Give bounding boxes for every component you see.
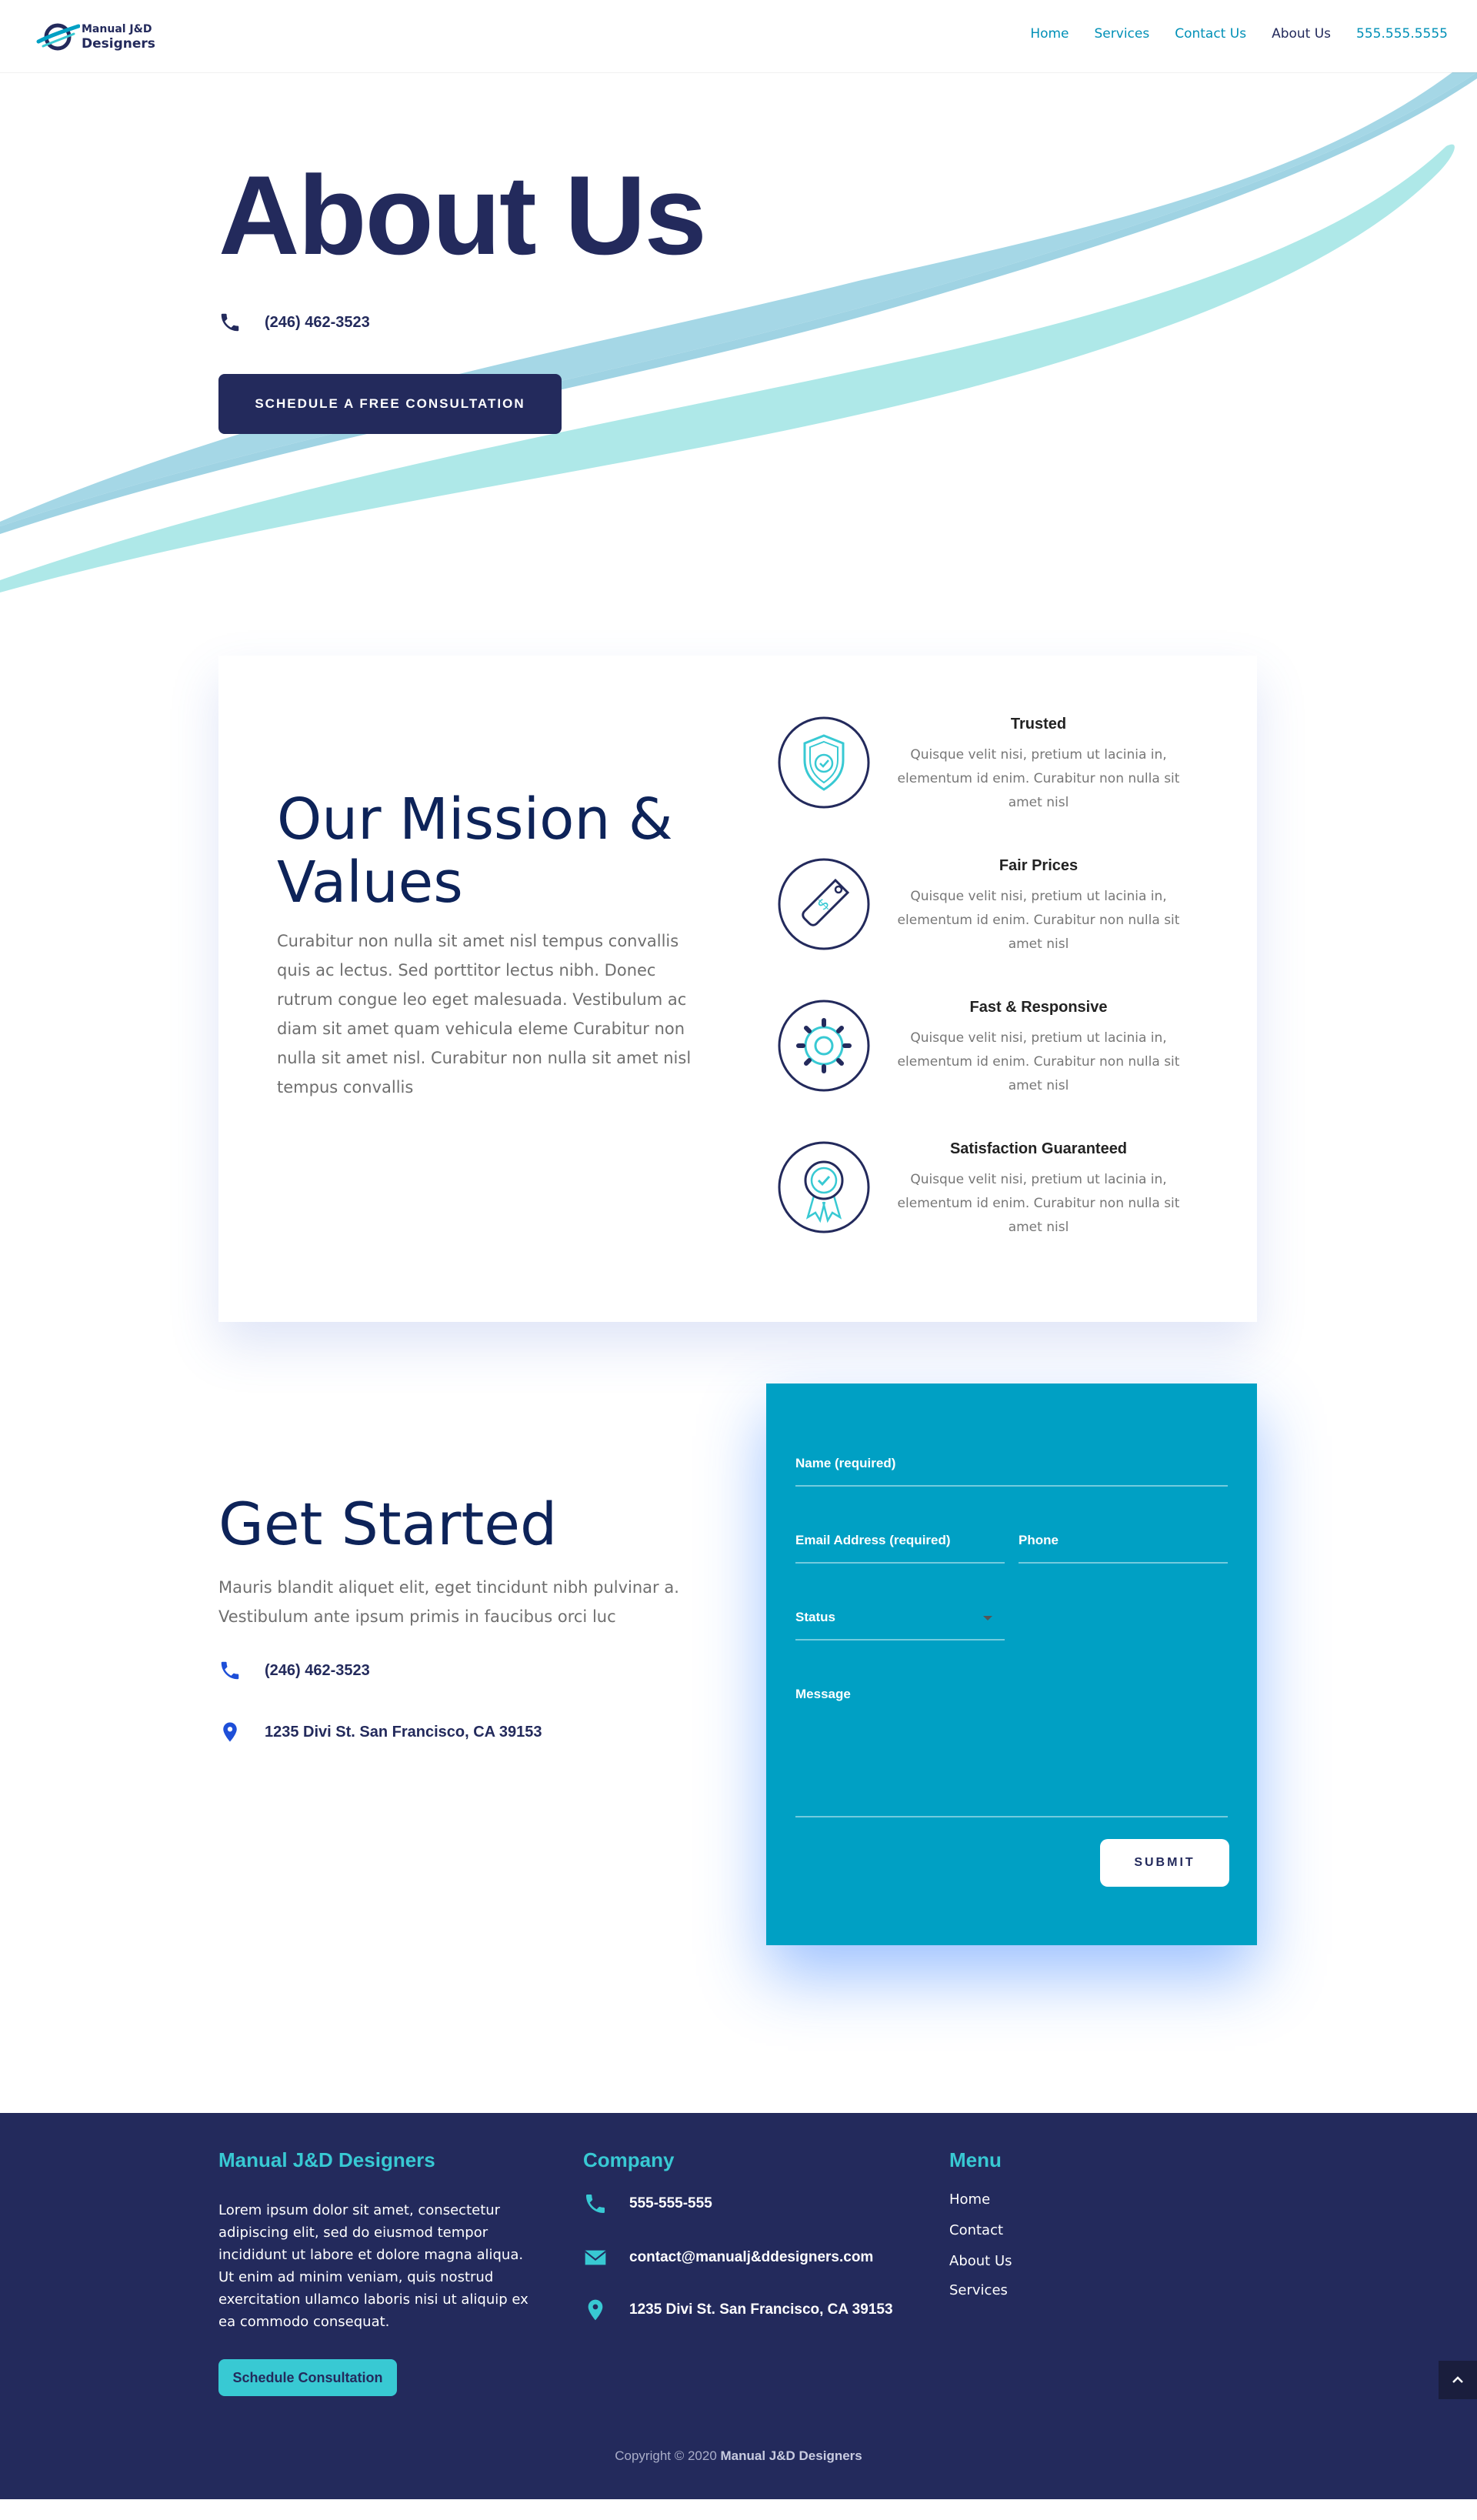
footer-phone-number: 555-555-555: [629, 2195, 712, 2211]
site-header: Manual J&D Designers Home Services Conta…: [0, 0, 1477, 72]
copyright-prefix: Copyright © 2020: [615, 2448, 717, 2463]
copyright-brand: Manual J&D Designers: [720, 2448, 862, 2463]
nav-home[interactable]: Home: [1030, 26, 1069, 42]
phone-icon: [221, 313, 239, 332]
footer-company-title: Company: [583, 2148, 675, 2171]
nav-contact-us[interactable]: Contact Us: [1175, 26, 1246, 42]
logo-line2: Designers: [82, 36, 155, 52]
footer-email-address: contact@manualj&ddesigners.com: [629, 2249, 874, 2265]
back-to-top-button[interactable]: [1439, 2361, 1477, 2399]
message-field[interactable]: Message: [795, 1687, 1228, 1817]
nav-services[interactable]: Services: [1095, 26, 1150, 42]
phone-field-label: Phone: [1019, 1533, 1059, 1547]
feature-desc: Quisque velit nisi, pretium ut lacinia i…: [897, 1030, 1180, 1093]
footer-menu-title: Menu: [949, 2148, 1002, 2171]
phone-field[interactable]: Phone: [1019, 1533, 1228, 1564]
feature-trusted: Trusted Quisque velit nisi, pretium ut l…: [777, 716, 1192, 823]
get-started-phone[interactable]: (246) 462-3523: [218, 1659, 370, 1682]
feature-desc: Quisque velit nisi, pretium ut lacinia i…: [897, 1172, 1180, 1235]
feature-title: Satisfaction Guaranteed: [949, 1140, 1128, 1157]
hero-phone-number: (246) 462-3523: [265, 313, 370, 331]
footer-menu-services[interactable]: Services: [949, 2282, 1008, 2298]
mission-text: Curabitur non nulla sit amet nisl tempus…: [277, 932, 692, 1096]
phone-icon: [221, 1661, 239, 1680]
copyright: Copyright © 2020 Manual J&D Designers: [0, 2448, 1477, 2464]
shield-check-icon: [778, 716, 870, 809]
footer-address-text: 1235 Divi St. San Francisco, CA 39153: [629, 2301, 893, 2318]
nav-phone[interactable]: 555.555.5555: [1356, 26, 1448, 42]
mission-card: Our Mission & Values Curabitur non nulla…: [218, 656, 1257, 1322]
chevron-down-icon: [983, 1616, 992, 1620]
award-badge-icon: [778, 1141, 870, 1233]
phone-icon: [586, 2195, 605, 2213]
get-started-address-text: 1235 Divi St. San Francisco, CA 39153: [265, 1723, 542, 1741]
get-started-text: Mauris blandit aliquet elit, eget tincid…: [218, 1578, 679, 1626]
name-field[interactable]: Name (required): [795, 1456, 1228, 1487]
map-pin-icon: [588, 2299, 603, 2321]
nav-about-us[interactable]: About Us: [1272, 26, 1331, 42]
feature-title: Fast & Responsive: [969, 999, 1108, 1016]
site-footer: Manual J&D Designers Lorem ipsum dolor s…: [0, 2113, 1477, 2499]
price-tag-icon: $: [778, 858, 870, 950]
get-started-phone-number: (246) 462-3523: [265, 1661, 370, 1679]
status-select[interactable]: Status: [795, 1610, 1005, 1641]
feature-satisfaction-guaranteed: Satisfaction Guaranteed Quisque velit ni…: [777, 1140, 1192, 1248]
feature-fast-responsive: Fast & Responsive Quisque velit nisi, pr…: [777, 999, 1192, 1106]
email-field[interactable]: Email Address (required): [795, 1533, 1005, 1564]
name-field-label: Name (required): [795, 1456, 896, 1470]
page-bottom-edge: [0, 2499, 1477, 2520]
footer-menu-contact[interactable]: Contact: [949, 2222, 1003, 2238]
footer-menu-about-us[interactable]: About Us: [949, 2253, 1012, 2269]
status-select-label: Status: [795, 1610, 835, 1624]
page-title: About Us: [218, 152, 707, 278]
get-started-title: Get Started: [218, 1490, 558, 1558]
email-field-label: Email Address (required): [795, 1533, 951, 1547]
feature-fair-prices: $ Fair Prices Quisque velit nisi, pretiu…: [777, 857, 1192, 965]
message-field-label: Message: [795, 1687, 851, 1701]
footer-about-text: Lorem ipsum dolor sit amet, consectetur …: [218, 2202, 528, 2330]
hero-phone[interactable]: (246) 462-3523: [218, 311, 370, 334]
footer-phone[interactable]: 555-555-555: [583, 2191, 712, 2216]
logo-line1: Manual J&D: [82, 23, 152, 35]
footer-schedule-consultation-button[interactable]: Schedule Consultation: [218, 2359, 397, 2396]
logo-text: Manual J&D Designers: [82, 22, 155, 52]
footer-menu-home[interactable]: Home: [949, 2191, 990, 2208]
feature-desc: Quisque velit nisi, pretium ut lacinia i…: [897, 889, 1180, 952]
main-nav: Home Services Contact Us About Us 555.55…: [1005, 26, 1448, 42]
get-started-address: 1235 Divi St. San Francisco, CA 39153: [218, 1721, 542, 1744]
footer-address: 1235 Divi St. San Francisco, CA 39153: [583, 2298, 893, 2322]
feature-title: Trusted: [1010, 716, 1067, 733]
schedule-consultation-button[interactable]: SCHEDULE A FREE CONSULTATION: [218, 374, 562, 434]
envelope-icon: [585, 2250, 606, 2265]
mission-title: Our Mission & Values: [277, 786, 673, 916]
gear-icon: [778, 1000, 870, 1092]
feature-title: Fair Prices: [999, 857, 1079, 874]
logo[interactable]: Manual J&D Designers: [35, 18, 155, 55]
map-pin-icon: [223, 1722, 237, 1742]
contact-form: Name (required) Email Address (required)…: [766, 1383, 1257, 1945]
submit-button[interactable]: SUBMIT: [1100, 1839, 1229, 1887]
footer-email[interactable]: contact@manualj&ddesigners.com: [583, 2245, 873, 2270]
footer-brand-title: Manual J&D Designers: [218, 2148, 435, 2171]
logo-icon: [36, 23, 80, 51]
feature-desc: Quisque velit nisi, pretium ut lacinia i…: [897, 747, 1180, 810]
chevron-up-icon: [1452, 2376, 1463, 2383]
